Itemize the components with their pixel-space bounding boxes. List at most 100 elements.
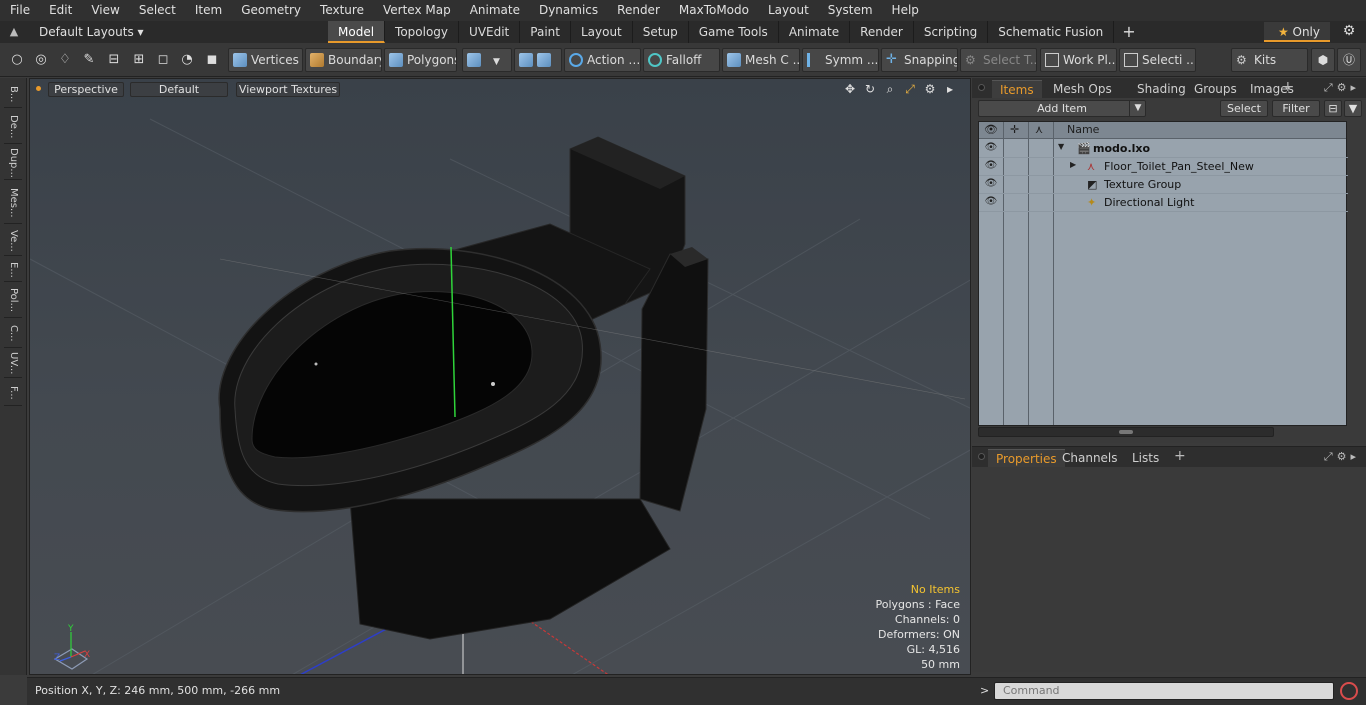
- panel-controls-icon[interactable]: ⤢⚙▸: [1324, 450, 1360, 464]
- menu-animate[interactable]: Animate: [460, 0, 529, 21]
- symmetry-button[interactable]: Symm ...: [802, 48, 879, 72]
- left-tab-mesh-edit[interactable]: Mes...: [4, 182, 22, 224]
- item-mode-dropdown[interactable]: ▼: [462, 48, 512, 72]
- name-column-header[interactable]: Name: [1067, 123, 1099, 136]
- tab-shading[interactable]: Shading: [1129, 80, 1194, 98]
- funnel-icon[interactable]: ▼: [1344, 100, 1362, 117]
- tab-layout[interactable]: Layout: [571, 21, 633, 43]
- menu-texture[interactable]: Texture: [310, 0, 373, 21]
- layouts-dropdown[interactable]: Default Layouts ▾: [30, 21, 144, 43]
- tab-groups[interactable]: Groups: [1186, 80, 1245, 98]
- transform-icon[interactable]: ⊟: [106, 52, 122, 68]
- view-mode-button[interactable]: Perspective: [48, 82, 124, 97]
- material-icon[interactable]: ◼: [204, 52, 220, 68]
- viewport-menu-dot[interactable]: [36, 86, 41, 91]
- polygons-button[interactable]: Polygons: [384, 48, 457, 72]
- zoom-icon[interactable]: ⌕: [882, 82, 898, 96]
- eye-icon[interactable]: 👁: [983, 142, 999, 156]
- tab-animate[interactable]: Animate: [779, 21, 851, 43]
- menu-geometry[interactable]: Geometry: [231, 0, 310, 21]
- panel-controls-icon[interactable]: ⤢⚙▸: [1324, 81, 1360, 95]
- symmetry-toggle-button[interactable]: [514, 48, 562, 72]
- left-tab-duplicate[interactable]: Dup...: [4, 146, 22, 180]
- left-tab-deform[interactable]: De...: [4, 110, 22, 144]
- item-list-scrollbar[interactable]: [978, 427, 1274, 437]
- brush-icon[interactable]: ✎: [81, 52, 97, 68]
- menu-help[interactable]: Help: [882, 0, 928, 21]
- add-tab-icon[interactable]: +: [1114, 21, 1143, 43]
- action-center-button[interactable]: Action …: [564, 48, 641, 72]
- left-tab-basic[interactable]: B...: [4, 82, 22, 108]
- tab-uvedit[interactable]: UVEdit: [459, 21, 521, 43]
- boundary-button[interactable]: Boundary: [305, 48, 382, 72]
- viewport-textures-button[interactable]: Viewport Textures: [236, 82, 340, 97]
- select-button[interactable]: Select: [1220, 100, 1268, 117]
- scrollbar-thumb[interactable]: [1119, 430, 1133, 434]
- panel-menu-dot[interactable]: [978, 453, 985, 460]
- command-input[interactable]: Command: [994, 682, 1334, 700]
- tab-items[interactable]: Items: [992, 80, 1042, 98]
- left-tab-uv[interactable]: UV...: [4, 350, 22, 378]
- circle-select-icon[interactable]: ○: [9, 52, 25, 68]
- vertices-button[interactable]: Vertices: [228, 48, 303, 72]
- menu-system[interactable]: System: [818, 0, 882, 21]
- viewport-settings-icon[interactable]: ⚙: [922, 82, 938, 96]
- unity-button[interactable]: ⬢: [1311, 48, 1335, 72]
- left-tab-curve[interactable]: C...: [4, 320, 22, 348]
- add-item-dropdown-icon[interactable]: ▼: [1129, 100, 1146, 117]
- collapse-triangle-icon[interactable]: ▶: [1070, 160, 1076, 169]
- sphere-icon[interactable]: ◎: [33, 52, 49, 68]
- tab-schematic-fusion[interactable]: Schematic Fusion: [988, 21, 1115, 43]
- collapse-icon[interactable]: ⊟: [1324, 100, 1342, 117]
- menu-vertex-map[interactable]: Vertex Map: [373, 0, 460, 21]
- menu-item[interactable]: Item: [185, 0, 231, 21]
- left-tab-fusion[interactable]: F...: [4, 380, 22, 406]
- tab-mesh-ops[interactable]: Mesh Ops: [1045, 80, 1120, 98]
- tab-paint[interactable]: Paint: [520, 21, 571, 43]
- eye-icon[interactable]: 👁: [983, 196, 999, 210]
- left-tab-edge[interactable]: E...: [4, 258, 22, 282]
- menu-render[interactable]: Render: [607, 0, 669, 21]
- rotate-view-icon[interactable]: ↻: [862, 82, 878, 96]
- list-item-texture-group[interactable]: 👁 ◩ Texture Group: [979, 176, 1348, 194]
- snapping-button[interactable]: ✛ Snapping: [881, 48, 958, 72]
- tab-channels[interactable]: Channels: [1054, 449, 1126, 467]
- expand-right-icon[interactable]: ▸: [942, 82, 958, 96]
- only-button[interactable]: ★ Only: [1264, 22, 1330, 42]
- menu-layout[interactable]: Layout: [758, 0, 818, 21]
- falloff-button[interactable]: Falloff: [643, 48, 720, 72]
- filter-button[interactable]: Filter: [1272, 100, 1320, 117]
- tab-model[interactable]: Model: [328, 21, 386, 43]
- pen-icon[interactable]: ♢: [57, 52, 73, 68]
- menu-view[interactable]: View: [81, 0, 128, 21]
- list-item-modo-lxo[interactable]: 👁 ▼ 🎬 modo.lxo: [979, 140, 1348, 158]
- add-panel-tab-icon[interactable]: +: [1174, 448, 1186, 464]
- gear-icon[interactable]: ⚙: [1339, 23, 1359, 41]
- move-icon[interactable]: ⊞: [131, 52, 147, 68]
- list-item-directional-light[interactable]: 👁 ✦ Directional Light: [979, 194, 1348, 212]
- add-panel-tab-icon[interactable]: +: [1282, 79, 1294, 95]
- work-plane-button[interactable]: Work Pl...: [1040, 48, 1117, 72]
- tab-topology[interactable]: Topology: [385, 21, 460, 43]
- selection-sets-button[interactable]: Selecti ...: [1119, 48, 1196, 72]
- eye-icon[interactable]: 👁: [983, 160, 999, 174]
- maximize-icon[interactable]: ⤢: [902, 82, 918, 96]
- tab-game-tools[interactable]: Game Tools: [689, 21, 779, 43]
- tab-render[interactable]: Render: [850, 21, 914, 43]
- panel-menu-dot[interactable]: [978, 84, 985, 91]
- menu-file[interactable]: File: [0, 0, 39, 21]
- left-tab-polygon[interactable]: Pol...: [4, 284, 22, 318]
- menu-maxtomodo[interactable]: MaxToModo: [669, 0, 758, 21]
- tab-setup[interactable]: Setup: [633, 21, 689, 43]
- mesh-constraint-button[interactable]: Mesh C ...: [722, 48, 800, 72]
- add-item-button[interactable]: Add Item: [978, 100, 1146, 117]
- record-macro-icon[interactable]: [1340, 682, 1358, 700]
- eye-icon[interactable]: 👁: [983, 178, 999, 192]
- rotate-icon[interactable]: ◔: [179, 52, 195, 68]
- kits-button[interactable]: ⚙ Kits: [1231, 48, 1308, 72]
- left-tab-vertex[interactable]: Ve...: [4, 226, 22, 256]
- shading-mode-button[interactable]: Default: [130, 82, 228, 97]
- up-arrow-icon[interactable]: ▲: [6, 24, 22, 40]
- tab-scripting[interactable]: Scripting: [914, 21, 989, 43]
- 3d-viewport[interactable]: Y X Z Perspective Default Viewport Textu…: [29, 78, 971, 675]
